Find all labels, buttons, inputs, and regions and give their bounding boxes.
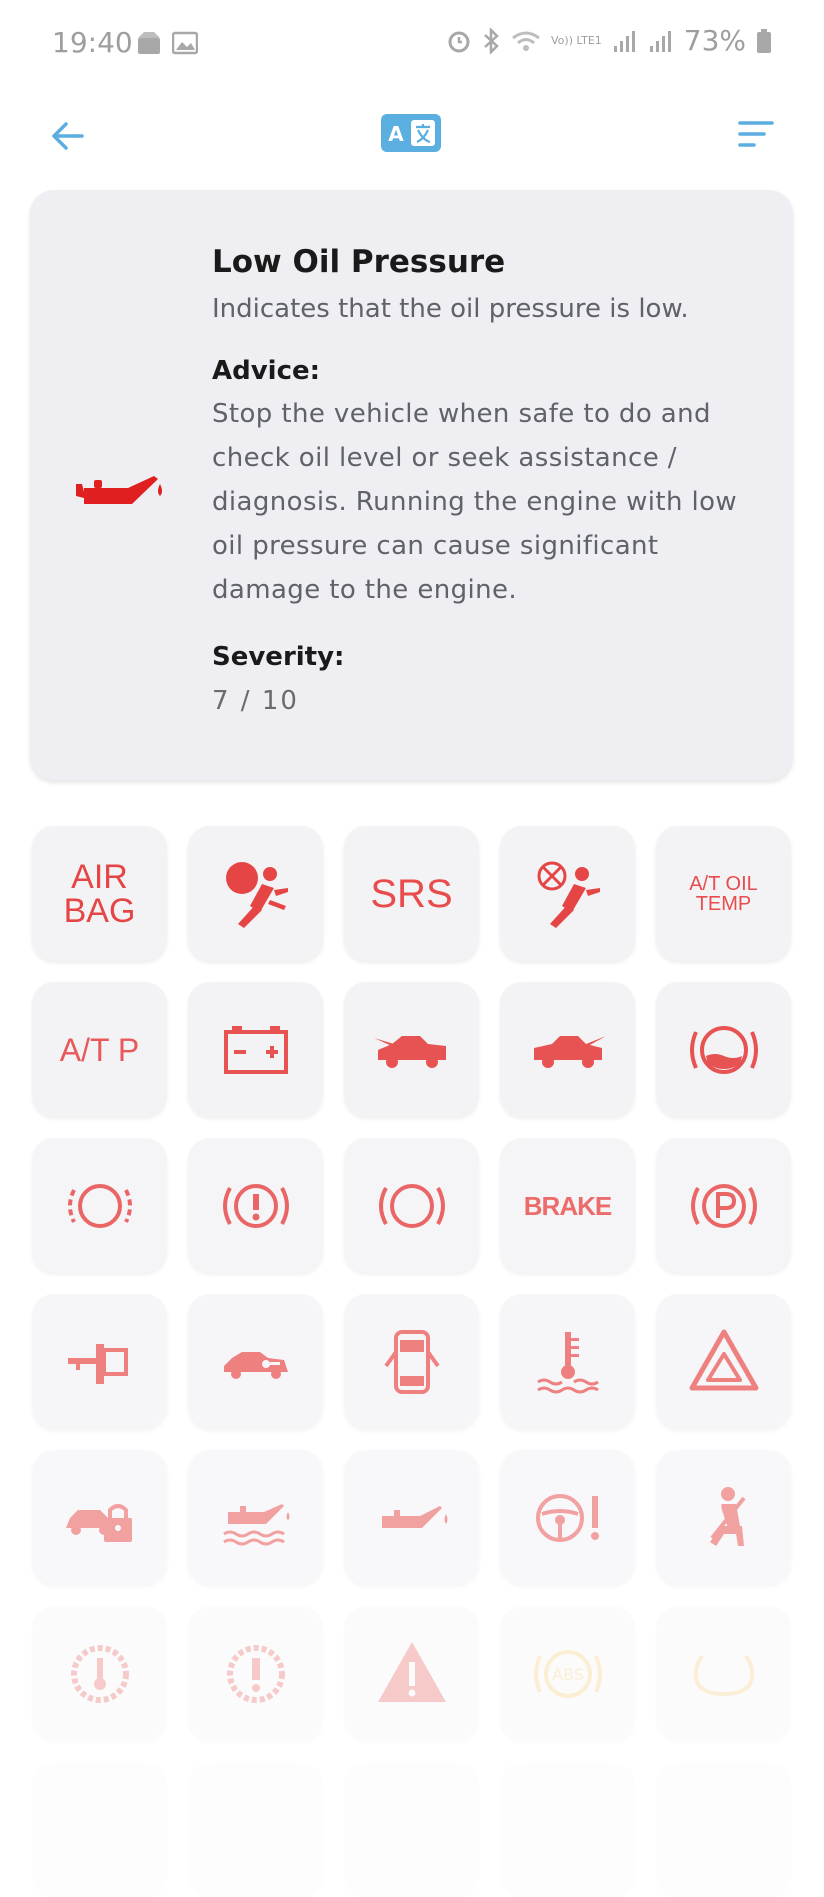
brake-circle-icon bbox=[378, 1183, 445, 1228]
tile-row7-1[interactable] bbox=[32, 1762, 167, 1897]
tile-abs[interactable]: ABS bbox=[500, 1606, 635, 1741]
tile-key[interactable] bbox=[32, 1294, 167, 1429]
sort-menu-icon[interactable] bbox=[736, 118, 776, 150]
tile-at-p[interactable]: A/T P bbox=[32, 982, 167, 1117]
hazard-triangle-icon bbox=[689, 1329, 758, 1390]
tile-label: BRAKE bbox=[523, 1190, 612, 1221]
tpms-icon bbox=[693, 1654, 754, 1696]
brake-warning-icon bbox=[222, 1183, 289, 1228]
tile-car-hood[interactable] bbox=[344, 982, 479, 1117]
tile-label: AIR BAG bbox=[63, 857, 136, 930]
oil-pressure-icon bbox=[381, 1505, 447, 1528]
tile-door-open[interactable] bbox=[344, 1294, 479, 1429]
tile-label: SRS bbox=[370, 871, 453, 916]
tile-brake-warning[interactable] bbox=[188, 1138, 323, 1273]
tile-row7-3[interactable] bbox=[344, 1762, 479, 1897]
tile-warning-triangle[interactable] bbox=[344, 1606, 479, 1741]
status-bar: 19:40 Vo)) LTE1 73% bbox=[0, 0, 824, 90]
tile-tpms[interactable] bbox=[656, 1606, 791, 1741]
warning-detail-card: Low Oil Pressure Indicates that the oil … bbox=[30, 190, 793, 780]
tile-parking-brake[interactable] bbox=[656, 1138, 791, 1273]
steering-warning-icon bbox=[535, 1493, 599, 1542]
oil-can-icon bbox=[76, 476, 162, 504]
notification-box-icon bbox=[138, 32, 160, 54]
back-arrow-icon[interactable] bbox=[48, 116, 88, 156]
tile-oil-pressure[interactable] bbox=[344, 1450, 479, 1585]
tile-car-lock[interactable] bbox=[32, 1450, 167, 1585]
tile-car-trunk[interactable] bbox=[500, 982, 635, 1117]
washer-fluid-icon bbox=[689, 1025, 758, 1074]
tile-airbag[interactable] bbox=[188, 826, 323, 961]
abs-label: ABS bbox=[552, 1665, 584, 1684]
signal-icon-1 bbox=[613, 30, 635, 52]
alarm-icon bbox=[448, 31, 470, 52]
tile-coolant[interactable] bbox=[500, 1294, 635, 1429]
tile-row7-2[interactable] bbox=[188, 1762, 323, 1897]
tile-washer[interactable] bbox=[656, 982, 791, 1117]
tile-row7-5[interactable] bbox=[656, 1762, 791, 1897]
warning-triangle-icon bbox=[377, 1641, 446, 1702]
coolant-temp-icon bbox=[536, 1331, 599, 1393]
tile-seatbelt[interactable] bbox=[656, 1450, 791, 1585]
tile-gear-warning[interactable] bbox=[188, 1606, 323, 1741]
car-lock-icon bbox=[65, 1503, 132, 1542]
tile-oil-level[interactable] bbox=[188, 1450, 323, 1585]
tile-hazard[interactable] bbox=[656, 1294, 791, 1429]
tile-label: A/T OIL TEMP bbox=[689, 872, 758, 915]
warning-description: Indicates that the oil pressure is low. bbox=[212, 294, 689, 324]
abs-icon: ABS bbox=[533, 1649, 602, 1698]
translate-icon[interactable]: A bbox=[381, 114, 441, 152]
tile-battery[interactable] bbox=[188, 982, 323, 1117]
tile-row7-4[interactable] bbox=[500, 1762, 635, 1897]
car-hood-open-icon bbox=[373, 1035, 446, 1068]
battery-warning-icon bbox=[223, 1025, 288, 1074]
network-label: Vo)) LTE1 bbox=[551, 34, 602, 47]
severity-label: Severity: bbox=[212, 642, 345, 672]
wifi-icon bbox=[512, 31, 540, 51]
tile-label: A/T P bbox=[59, 1031, 140, 1068]
parking-brake-icon bbox=[690, 1183, 757, 1228]
brake-pad-icon bbox=[67, 1183, 132, 1228]
key-icon bbox=[67, 1343, 128, 1384]
signal-icon-2 bbox=[649, 30, 671, 52]
door-open-icon bbox=[383, 1329, 440, 1394]
tile-steering[interactable] bbox=[500, 1450, 635, 1585]
gallery-icon bbox=[172, 31, 198, 55]
battery-percent: 73% bbox=[683, 24, 746, 57]
airbag-off-icon bbox=[537, 861, 600, 928]
warning-title: Low Oil Pressure bbox=[212, 244, 506, 280]
status-right: Vo)) LTE1 73% bbox=[447, 24, 772, 57]
detail-body: Low Oil Pressure Indicates that the oil … bbox=[212, 244, 772, 716]
car-key-icon bbox=[223, 1351, 288, 1379]
gear-temp-icon bbox=[70, 1644, 129, 1703]
status-time: 19:40 bbox=[52, 26, 133, 59]
tile-brake-circle[interactable] bbox=[344, 1138, 479, 1273]
oil-level-icon bbox=[222, 1503, 289, 1545]
gear-warning-icon bbox=[226, 1644, 285, 1703]
car-trunk-open-icon bbox=[533, 1035, 606, 1068]
airbag-icon bbox=[225, 861, 288, 928]
app-bar: A bbox=[0, 100, 824, 180]
tile-airbag-off[interactable] bbox=[500, 826, 635, 961]
svg-text:A: A bbox=[388, 122, 404, 146]
advice-label: Advice: bbox=[212, 356, 321, 386]
tile-brake-pad[interactable] bbox=[32, 1138, 167, 1273]
advice-text: Stop the vehicle when safe to do and che… bbox=[212, 399, 738, 605]
tile-brake-text[interactable]: BRAKE bbox=[500, 1138, 635, 1273]
tile-car-key[interactable] bbox=[188, 1294, 323, 1429]
tile-airbag-text[interactable]: AIR BAG bbox=[32, 826, 167, 961]
battery-icon bbox=[757, 28, 771, 53]
bluetooth-icon bbox=[484, 27, 499, 54]
tile-at-oil-temp[interactable]: A/T OIL TEMP bbox=[656, 826, 791, 961]
seatbelt-icon bbox=[709, 1486, 746, 1546]
tile-gear-temp[interactable] bbox=[32, 1606, 167, 1741]
tile-srs-text[interactable]: SRS bbox=[344, 826, 479, 961]
severity-value: 7 / 10 bbox=[212, 686, 299, 716]
